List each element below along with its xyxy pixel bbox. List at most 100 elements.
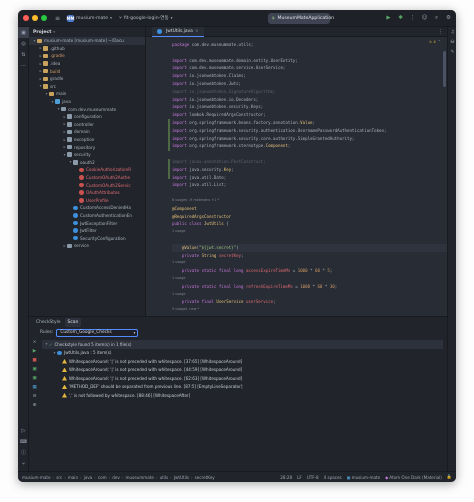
project-panel-header[interactable]: Project ▾ xyxy=(29,27,145,37)
commit-icon[interactable]: ◎ xyxy=(18,38,29,49)
tree-item[interactable]: ▾ security xyxy=(29,151,145,159)
results-file-row[interactable]: ▾ JwtUtils.java : 5 item(s) xyxy=(42,349,443,358)
tree-item[interactable]: ▾ musium-mate [musium-mate] ~/Docu xyxy=(29,37,145,45)
breadcrumb-item[interactable]: java xyxy=(84,475,93,480)
usage-hint[interactable]: 1 usage xyxy=(172,259,447,267)
maximize-window-button[interactable] xyxy=(41,15,47,21)
usage-hint[interactable]: 1 usage xyxy=(172,275,447,283)
tree-item[interactable]: ▾ com.dev.museummate xyxy=(29,105,145,113)
breadcrumb-item[interactable]: src xyxy=(56,475,62,480)
expand-icon[interactable]: ⊕ xyxy=(29,401,40,410)
branch-switcher[interactable]: ⑂ fit-google-login-연동 ▾ xyxy=(119,15,173,21)
code-area[interactable]: package com.dev.museummate.utils; import… xyxy=(172,41,447,316)
result-item[interactable]: 'METHOD_DEF' should be separated from pr… xyxy=(42,383,443,392)
result-item[interactable]: WhitespaceAround: '|' is not preceded wi… xyxy=(42,366,443,375)
tree-item[interactable]: CustomAccessDeniedHa xyxy=(29,204,145,212)
breadcrumb-item[interactable]: secretKey xyxy=(195,475,215,480)
git-icon[interactable]: ⑂ xyxy=(18,458,29,469)
folder-icon[interactable]: ▣ xyxy=(18,27,29,38)
tree-item[interactable]: ▾ java xyxy=(29,98,145,106)
breadcrumb-item[interactable]: main xyxy=(68,475,78,480)
play-icon[interactable]: ▶ xyxy=(29,347,40,356)
tree-item[interactable]: ▾ oauth2 xyxy=(29,159,145,167)
more-icon[interactable]: ⋮ xyxy=(409,14,416,22)
bug-icon[interactable]: ✱ xyxy=(397,14,404,22)
close-window-button[interactable] xyxy=(23,15,29,21)
module-indicator[interactable]: ▣ musium-mate xyxy=(347,475,380,480)
more-tabs-icon[interactable]: ⋮ xyxy=(438,29,443,35)
scan-module-icon[interactable]: ▣ xyxy=(29,365,40,374)
result-item[interactable]: WhitespaceAround: '|' is not preceded wi… xyxy=(42,374,443,383)
tree-item[interactable]: ▸ gradle xyxy=(29,75,145,83)
breadcrumb-item[interactable]: com xyxy=(98,475,107,480)
problems-icon[interactable]: ⓘ xyxy=(18,447,29,458)
tree-item[interactable]: CustomOAuth2Authe xyxy=(29,174,145,182)
scan-project-icon[interactable]: ▣ xyxy=(29,374,40,383)
hamburger-menu-icon[interactable]: ≡ xyxy=(55,15,60,22)
tab-jwtutils[interactable]: JwtUtils.java × xyxy=(152,27,204,37)
usage-hint[interactable]: 1 usage xyxy=(172,291,447,299)
breadcrumb-item[interactable]: musium-mate xyxy=(22,475,51,480)
gear-icon[interactable]: ⚙ xyxy=(445,14,452,22)
tree-item[interactable]: ▸ .github xyxy=(29,45,145,53)
tree-item[interactable]: ▸ exception xyxy=(29,136,145,144)
line-separator[interactable]: LF xyxy=(297,475,302,480)
pull-request-icon[interactable]: ⇅ xyxy=(18,49,29,60)
close-icon[interactable]: × xyxy=(29,338,40,347)
tree-item[interactable]: ▸ .idea xyxy=(29,60,145,68)
caret-position[interactable]: 28:28 xyxy=(280,475,292,480)
tree-item[interactable]: CookieAuthorizationR xyxy=(29,166,145,174)
theme-indicator[interactable]: ◆ Atom One Dark (Material) xyxy=(385,475,442,480)
breadcrumb-item[interactable]: JwtUtils xyxy=(174,475,189,480)
result-item[interactable]: ',' is not followed by whitespace. [88:4… xyxy=(42,391,443,400)
breadcrumb-item[interactable]: utils xyxy=(160,475,169,480)
stop-icon[interactable]: ■ xyxy=(29,356,40,365)
rules-select[interactable]: Custom_Google_Checks ▾ xyxy=(56,328,139,337)
project-switcher[interactable]: MM musium-mate ▾ xyxy=(67,14,112,22)
run-configuration-selector[interactable]: ⚘ MuseumMateApplication xyxy=(268,13,334,24)
tree-item[interactable]: SecurityConfiguration xyxy=(29,234,145,242)
tree-item[interactable]: ▸ domain xyxy=(29,128,145,136)
tree-item[interactable]: CustomAuthenticationEn xyxy=(29,212,145,220)
scan-modified-icon[interactable]: ▦ xyxy=(29,383,40,392)
tree-item[interactable]: ▾ src xyxy=(29,83,145,91)
breadcrumb-item[interactable]: museummate xyxy=(125,475,153,480)
editor-scrollbar[interactable] xyxy=(443,51,446,87)
usage-hint[interactable]: 6 usages ♂ mktevens +1 * xyxy=(172,197,447,205)
tree-item[interactable]: ▸ .gradle xyxy=(29,52,145,60)
file-encoding[interactable]: UTF-8 xyxy=(307,475,319,480)
tree-item[interactable]: CustomOAuth2Servic xyxy=(29,181,145,189)
usage-hint[interactable]: 9 usages new * xyxy=(172,306,447,314)
notifications-icon[interactable]: ♫ xyxy=(448,27,456,37)
breadcrumb-item[interactable]: dev xyxy=(112,475,120,480)
search-icon[interactable]: ⌕ xyxy=(433,14,440,22)
minimize-window-button[interactable] xyxy=(32,15,38,21)
lock-icon[interactable]: 🔓 xyxy=(447,474,452,480)
tree-item[interactable]: ▸ configuration xyxy=(29,113,145,121)
tab-checkstyle[interactable]: CheckStyle xyxy=(33,318,64,327)
terminal-icon[interactable]: ⌨ xyxy=(18,436,29,447)
tree-item[interactable]: JwtExceptionFilter xyxy=(29,219,145,227)
tree-item[interactable]: ▸ repository xyxy=(29,143,145,151)
tree-item[interactable]: ▸ service xyxy=(29,242,145,250)
result-item[interactable]: WhitespaceAround: '|' is not preceded wi… xyxy=(42,357,443,366)
tree-item[interactable]: ▾ main xyxy=(29,90,145,98)
results-summary-row[interactable]: ▾ ✓ Checkstyle found 5 item(s) in 1 file… xyxy=(42,340,443,349)
database-icon[interactable]: ⛁ xyxy=(448,37,456,47)
indent-setting[interactable]: 4 spaces xyxy=(324,475,342,480)
more-icon[interactable]: ⋯ xyxy=(18,60,29,71)
tree-item[interactable]: UserProfile xyxy=(29,196,145,204)
play-icon[interactable]: ▶ xyxy=(385,14,392,22)
usage-hint[interactable]: 1 usage xyxy=(172,228,447,236)
gradle-icon[interactable]: ✎ xyxy=(448,47,456,57)
delete-icon[interactable]: ⊖ xyxy=(29,392,40,401)
people-icon[interactable]: ☺ xyxy=(421,14,428,22)
tree-item[interactable]: ▸ build xyxy=(29,67,145,75)
code-editor[interactable]: ⚠ 4 ⌃ package com.dev.museummate.utils; … xyxy=(146,37,447,316)
close-icon[interactable]: × xyxy=(195,29,199,34)
tree-item[interactable]: ▸ controller xyxy=(29,121,145,129)
tree-item[interactable]: JwtFilter xyxy=(29,227,145,235)
tab-scan[interactable]: Scan xyxy=(64,317,82,327)
tree-item[interactable]: OAuthAttributes xyxy=(29,189,145,197)
run-icon[interactable]: ▷ xyxy=(18,425,29,436)
